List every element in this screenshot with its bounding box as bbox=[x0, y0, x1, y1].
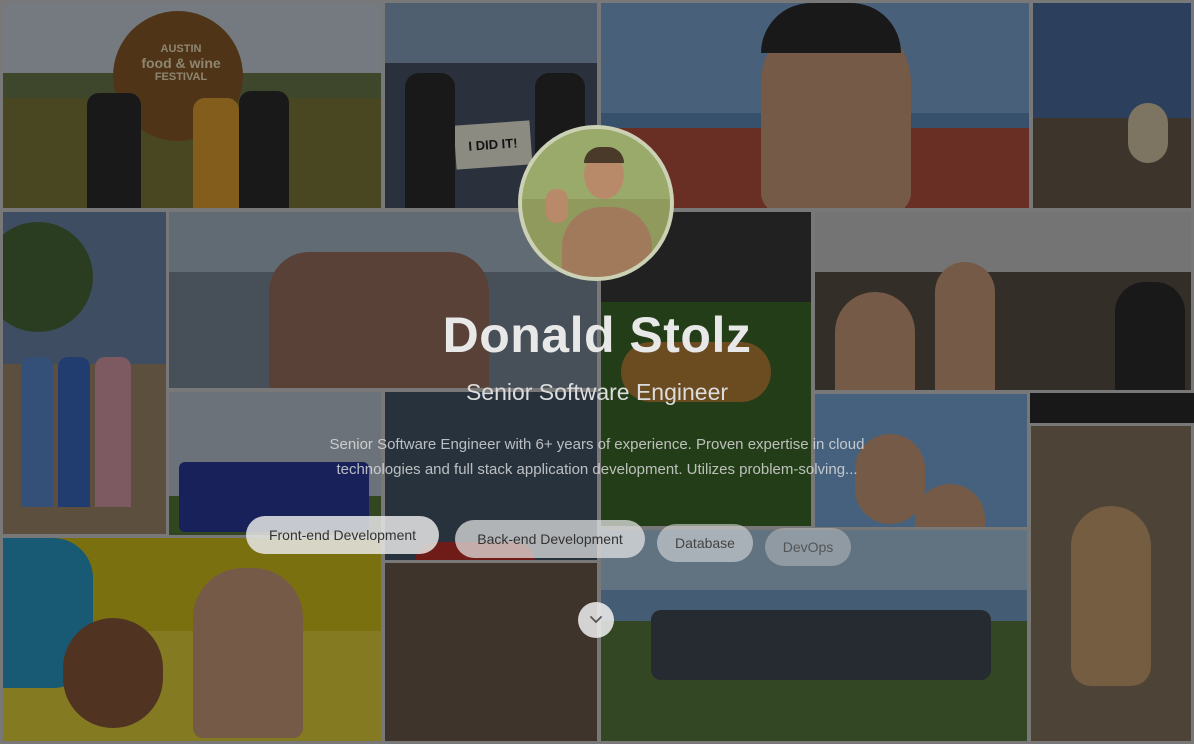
profile-name: Donald Stolz bbox=[442, 307, 752, 363]
profile-summary: Senior Software Engineer with 6+ years o… bbox=[329, 436, 865, 478]
hero-section: AUSTIN food & wine FESTIVAL I DID IT! Do… bbox=[0, 0, 1194, 744]
profile-title: Senior Software Engineer bbox=[465, 379, 729, 405]
skill-pill-backend[interactable]: Back-end Development bbox=[455, 520, 645, 558]
scroll-down-button[interactable] bbox=[578, 602, 614, 638]
skill-pill-frontend[interactable]: Front-end Development bbox=[246, 516, 439, 554]
skills-list: Front-end Development Back-end Developme… bbox=[0, 516, 1194, 566]
chevron-down-icon bbox=[590, 616, 602, 624]
skill-pill-database[interactable]: Database bbox=[657, 524, 753, 562]
profile-avatar bbox=[518, 125, 674, 281]
skill-pill-devops[interactable]: DevOps bbox=[765, 528, 851, 566]
